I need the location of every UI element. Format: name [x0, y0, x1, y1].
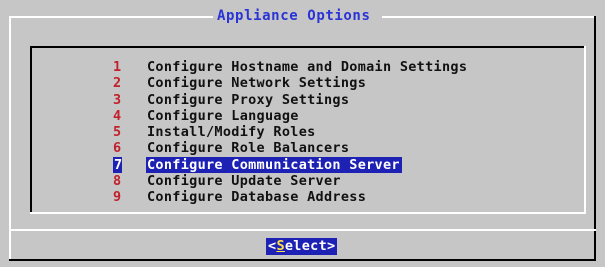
menu-item-hostname-domain[interactable]: 1 Configure Hostname and Domain Settings	[113, 59, 467, 75]
menu-item-number: 4	[113, 107, 122, 124]
menu-item-proxy-settings[interactable]: 3 Configure Proxy Settings	[113, 91, 349, 108]
appliance-options-dialog: Appliance Options 1 Configure Hostname a…	[0, 0, 605, 267]
select-button-close-bracket: >	[327, 238, 336, 254]
menu-item-number: 8	[113, 173, 122, 190]
menu-item-label: Configure Role Balancers	[147, 140, 350, 157]
menu-item-label: Configure Hostname and Domain Settings	[147, 59, 468, 75]
menu-item-roles[interactable]: 5 Install/Modify Roles	[113, 124, 315, 141]
menu-item-update-server[interactable]: 8 Configure Update Server	[113, 173, 341, 190]
menu-item-label: Configure Communication Server	[146, 156, 402, 174]
menu-item-label: Configure Network Settings	[147, 75, 367, 92]
menu-box-border-bottom	[30, 212, 586, 214]
select-button-label: elect	[284, 238, 328, 254]
menu-item-number: 3	[113, 91, 122, 108]
menu-item-language[interactable]: 4 Configure Language	[113, 107, 298, 124]
menu-item-communication-server[interactable]: 7 Configure Communication Server	[113, 156, 402, 174]
menu-item-label: Configure Update Server	[147, 173, 341, 190]
menu-item-role-balancers[interactable]: 6 Configure Role Balancers	[113, 140, 349, 157]
menu-item-number: 5	[113, 124, 122, 141]
menu-item-network-settings[interactable]: 2 Configure Network Settings	[113, 75, 366, 92]
options-menu: 1 Configure Hostname and Domain Settings…	[113, 59, 467, 206]
button-area-divider	[9, 229, 596, 231]
menu-item-number: 9	[113, 189, 122, 206]
menu-item-label: Configure Database Address	[147, 189, 367, 206]
frame-border-top-right	[382, 16, 596, 18]
menu-item-label: Install/Modify Roles	[147, 124, 316, 141]
menu-box-border-top	[30, 46, 586, 48]
frame-border-bottom	[9, 259, 596, 261]
dialog-title: Appliance Options	[217, 8, 371, 24]
menu-item-label: Configure Proxy Settings	[147, 91, 350, 108]
menu-item-number: 1	[113, 59, 122, 75]
frame-border-top-left	[9, 16, 213, 18]
menu-item-database-address[interactable]: 9 Configure Database Address	[113, 189, 366, 206]
menu-item-number: 6	[113, 140, 122, 157]
menu-box-border-right	[584, 46, 586, 214]
menu-item-label: Configure Language	[147, 107, 299, 124]
menu-item-number: 7	[113, 156, 123, 174]
menu-box-border-left	[30, 46, 32, 214]
frame-border-left	[9, 16, 11, 261]
select-button-hotkey: S	[276, 238, 285, 254]
select-button[interactable]: <Select>	[266, 238, 338, 255]
menu-item-number: 2	[113, 75, 122, 92]
frame-border-right	[594, 16, 596, 261]
